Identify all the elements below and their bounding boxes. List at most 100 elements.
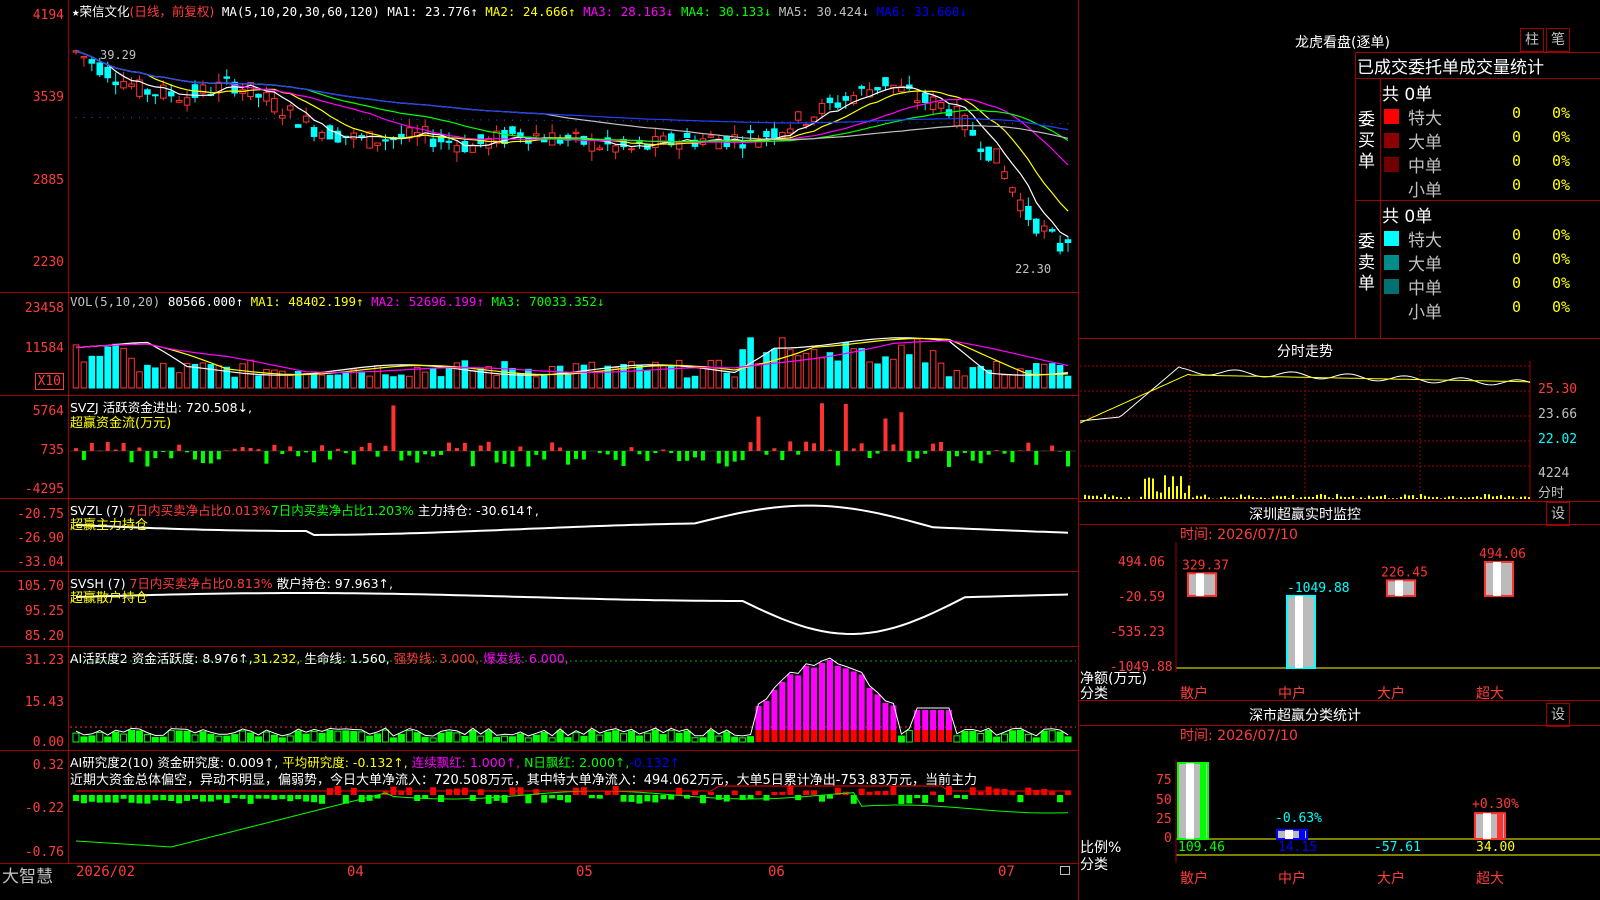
flow-bar <box>700 451 705 461</box>
price-pane[interactable]: 4194 3539 2885 2230 ★荣信文化(日线，前复权) MA(5,1… <box>0 0 1078 293</box>
candle <box>874 87 881 91</box>
svzl-pane[interactable]: -20.75 -26.90 -33.04 SVZL (7) 7日内买卖净占比0.… <box>0 499 1078 572</box>
intraday-vol-bar <box>1424 495 1426 499</box>
intraday-vol-bar <box>1488 494 1490 499</box>
flow-bar <box>1010 451 1015 463</box>
panel-divider[interactable] <box>1078 0 1079 900</box>
volume-bar <box>136 371 143 389</box>
intraday-vol-bar <box>1392 498 1394 499</box>
bar-view-button[interactable]: 柱 <box>1520 28 1544 52</box>
ma6-dot <box>138 117 140 119</box>
research-bar <box>811 790 818 795</box>
candle <box>271 97 278 113</box>
svzj-pane[interactable]: 5764 735 -4295 SVZJ 活跃资金进出: 720.508↓, 超赢… <box>0 396 1078 499</box>
ma6-dot <box>107 117 109 119</box>
activity-bar <box>763 700 770 730</box>
flow-bar <box>637 451 642 455</box>
sz-class-panel[interactable]: 深市超赢分类统计 设 时间: 2026/07/10 75 50 25 0 比例%… <box>1080 703 1600 900</box>
volume-pane[interactable]: 23458 11584 X10 VOL(5,10,20) 80566.000↑ … <box>0 293 1078 396</box>
flow-bar <box>875 451 880 454</box>
activity-bar <box>461 735 469 743</box>
activity-bar <box>493 736 501 743</box>
intraday-vol-bar <box>1396 498 1398 499</box>
intraday-vol-bar <box>1120 497 1122 499</box>
ma6-dot <box>662 120 664 122</box>
volume-bar <box>659 364 667 389</box>
longhu-tabs[interactable]: 已成交委托单成交量统计 <box>1357 53 1544 78</box>
intraday-vol-bar <box>1128 496 1130 499</box>
ai2-average: 平均研究度: -0.132↑, <box>282 755 408 770</box>
volume-bar <box>112 343 119 389</box>
activity-bar <box>811 730 818 742</box>
ma6-dot <box>726 120 728 122</box>
activity-bar <box>643 732 651 743</box>
class-bar-highlight <box>1186 763 1194 839</box>
activity-bar <box>1064 736 1072 743</box>
flow-bar <box>327 451 332 460</box>
color-swatch <box>1384 279 1399 294</box>
research-bar <box>914 795 921 799</box>
svsh-pane[interactable]: 105.70 95.25 85.20 SVSH (7) 7日内买卖净占比0.81… <box>0 572 1078 647</box>
intraday-panel[interactable]: 分时走势 25.30 23.66 22.02 4224 分时 <box>1080 339 1600 501</box>
volume-bar <box>525 368 532 389</box>
volume-bar <box>921 362 929 389</box>
monitor-bar-highlight <box>1295 595 1303 668</box>
activity-bar <box>247 732 255 743</box>
volume-bar <box>715 359 723 389</box>
intraday-vol-bar <box>1104 494 1106 499</box>
research-bar <box>668 795 675 800</box>
flow-bar <box>883 418 888 451</box>
row-label: 大单 <box>1408 255 1442 275</box>
flow-bar <box>954 451 959 457</box>
flow-bar <box>431 451 436 457</box>
research-bar <box>144 795 151 804</box>
ma6-dot <box>789 121 791 123</box>
candle <box>501 129 508 145</box>
research-bar <box>445 789 452 795</box>
candle <box>834 102 842 108</box>
high-price-note: 39.29 <box>100 48 137 62</box>
activity-bar <box>779 681 786 730</box>
flow-bar <box>280 451 285 454</box>
intraday-vol-bar <box>1292 494 1294 499</box>
ma6-dot <box>384 118 386 120</box>
activity-bar <box>381 729 389 743</box>
row-label: 中单 <box>1408 279 1442 299</box>
activity-bar <box>342 730 350 743</box>
flow-bar <box>629 447 634 451</box>
activity-bar <box>922 730 929 742</box>
ai-research-pane[interactable]: 0.32 -0.22 -0.76 AI研究度2(10) 资金研究度: 0.009… <box>0 751 1078 864</box>
activity-bar <box>953 735 961 743</box>
volume-bar <box>596 371 604 389</box>
research-bar <box>319 795 325 804</box>
flow-bar <box>867 451 872 459</box>
volume-bar <box>1009 374 1016 389</box>
research-bar <box>930 791 937 795</box>
ai-activity-pane[interactable]: 31.23 15.43 0.00 AI活跃度2 资金活跃度: 8.976↑,31… <box>0 647 1078 751</box>
candle <box>429 138 437 147</box>
ma6-dot <box>797 121 799 123</box>
activity-bar <box>175 730 183 743</box>
brand-label[interactable]: 大智慧 <box>2 862 53 887</box>
volume-bar <box>144 364 151 389</box>
lock-icon[interactable] <box>1060 866 1070 875</box>
candle <box>1017 199 1024 212</box>
activity-bar <box>548 737 556 743</box>
volume-bar <box>175 372 183 389</box>
intraday-vol-bar <box>1400 496 1402 499</box>
flow-bar <box>621 451 626 466</box>
candlestick-chart[interactable] <box>0 0 1078 292</box>
activity-bar <box>580 735 588 743</box>
pen-view-button[interactable]: 笔 <box>1546 28 1570 52</box>
activity-bar <box>135 730 143 743</box>
intraday-vol-bar <box>1344 497 1346 499</box>
ma6-dot <box>496 119 498 121</box>
research-bar <box>588 795 595 799</box>
activity-bar <box>771 689 778 730</box>
ma6-dot <box>329 118 331 120</box>
volume-bar <box>850 348 858 389</box>
candle <box>842 96 850 101</box>
activity-bar <box>985 729 993 743</box>
sz-monitor-panel[interactable]: 深圳超赢实时监控 设 时间: 2026/07/10 329.37 -1049.88… <box>1080 502 1600 702</box>
intraday-chart[interactable] <box>1080 339 1600 501</box>
